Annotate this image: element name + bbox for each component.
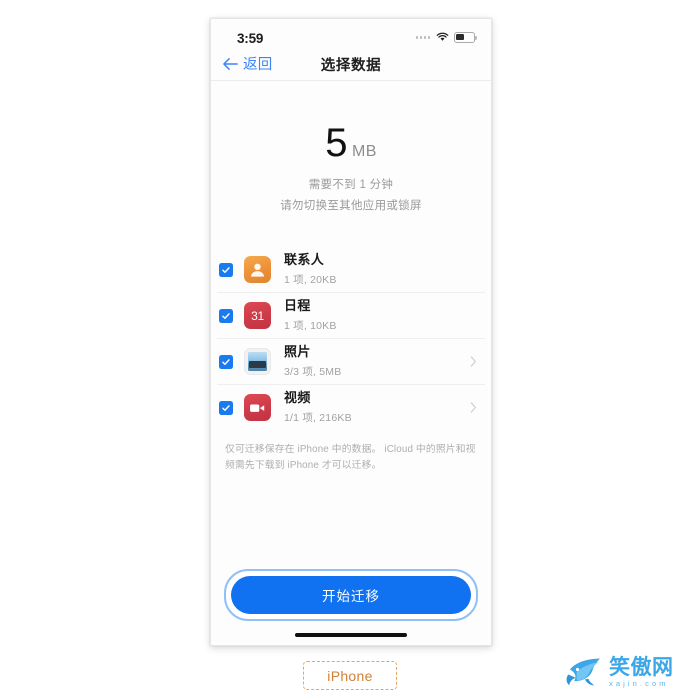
phone-frame: 3:59 返回 选择数据 5 MB 需要不到 1 分钟 请勿切换至其他应用或锁屏… bbox=[210, 18, 492, 646]
list-item-photos[interactable]: 照片 3/3 项, 5MB bbox=[217, 338, 485, 384]
list-item-title: 照片 bbox=[284, 344, 311, 360]
checkbox-photos[interactable] bbox=[219, 354, 233, 369]
list-item-contacts[interactable]: 联系人 1 项, 20KB bbox=[217, 247, 485, 292]
main-content: 5 MB 需要不到 1 分钟 请勿切换至其他应用或锁屏 联系人 1 项, 20K… bbox=[211, 81, 491, 645]
data-category-list: 联系人 1 项, 20KB 31 日程 1 项, 10KB 照片 3/3 项, … bbox=[211, 247, 491, 430]
list-item-text: 联系人 1 项, 20KB bbox=[284, 252, 485, 286]
watermark-text: 笑傲网 xajin.com bbox=[609, 654, 674, 688]
list-item-detail: 1 项, 10KB bbox=[284, 319, 337, 332]
checkmark-icon bbox=[222, 358, 230, 365]
photos-icon bbox=[244, 348, 271, 375]
phone-screen: 3:59 返回 选择数据 5 MB 需要不到 1 分钟 请勿切换至其他应用或锁屏… bbox=[211, 19, 491, 645]
footer-area: 开始迁移 bbox=[211, 569, 491, 645]
signal-dots-icon bbox=[415, 36, 430, 39]
calendar-icon: 31 bbox=[244, 302, 271, 329]
transfer-summary: 5 MB 需要不到 1 分钟 请勿切换至其他应用或锁屏 bbox=[211, 81, 491, 213]
home-indicator bbox=[295, 633, 407, 637]
list-item-text: 视频 1/1 项, 216KB bbox=[284, 390, 470, 424]
list-item-text: 照片 3/3 项, 5MB bbox=[284, 344, 470, 378]
chevron-right-icon[interactable] bbox=[470, 356, 477, 367]
calendar-day-number: 31 bbox=[251, 308, 264, 323]
total-size: 5 MB bbox=[211, 123, 491, 163]
page-title: 选择数据 bbox=[320, 58, 382, 74]
checkmark-icon bbox=[222, 312, 230, 319]
video-icon bbox=[244, 394, 271, 421]
watermark-name-en: xajin.com bbox=[609, 678, 669, 688]
list-item-detail: 1 项, 20KB bbox=[284, 273, 337, 286]
device-caption-label: iPhone bbox=[327, 667, 373, 684]
time-estimate: 需要不到 1 分钟 bbox=[308, 179, 394, 191]
total-size-unit: MB bbox=[351, 143, 377, 160]
footnote-text: 仅可迁移保存在 iPhone 中的数据。 iCloud 中的照片和视频需先下载到… bbox=[225, 444, 476, 471]
screenshot-root: 3:59 返回 选择数据 5 MB 需要不到 1 分钟 请勿切换至其他应用或锁屏… bbox=[0, 0, 700, 700]
total-size-value: 5 bbox=[325, 121, 347, 165]
status-indicators bbox=[415, 32, 478, 43]
list-item-videos[interactable]: 视频 1/1 项, 216KB bbox=[217, 384, 485, 430]
camcorder-glyph-icon bbox=[250, 403, 265, 412]
checkmark-icon bbox=[222, 404, 230, 411]
nav-bar: 返回 选择数据 bbox=[211, 49, 491, 81]
wifi-icon bbox=[436, 32, 449, 41]
list-item-title: 联系人 bbox=[284, 252, 325, 268]
primary-button-focus-ring: 开始迁移 bbox=[224, 569, 478, 621]
photo-thumbnail bbox=[248, 352, 267, 371]
status-bar: 3:59 bbox=[211, 19, 491, 49]
device-caption: iPhone bbox=[303, 661, 397, 690]
checkbox-calendar[interactable] bbox=[219, 308, 233, 323]
list-item-detail: 3/3 项, 5MB bbox=[284, 365, 342, 378]
checkbox-videos[interactable] bbox=[219, 400, 233, 415]
watermark: 笑傲网 xajin.com bbox=[565, 655, 674, 689]
chevron-right-icon[interactable] bbox=[470, 402, 477, 413]
list-item-title: 日程 bbox=[284, 298, 311, 314]
list-item-calendar[interactable]: 31 日程 1 项, 10KB bbox=[217, 292, 485, 338]
contacts-icon bbox=[244, 256, 271, 283]
shark-logo-icon bbox=[566, 658, 600, 686]
person-glyph-icon bbox=[251, 263, 264, 277]
list-item-title: 视频 bbox=[284, 390, 311, 406]
battery-icon bbox=[454, 32, 478, 43]
list-item-text: 日程 1 项, 10KB bbox=[284, 298, 485, 332]
status-time: 3:59 bbox=[237, 31, 264, 46]
warning-text: 请勿切换至其他应用或锁屏 bbox=[280, 200, 422, 212]
list-item-detail: 1/1 项, 216KB bbox=[284, 411, 352, 424]
watermark-name-cn: 笑傲网 bbox=[609, 654, 674, 679]
checkmark-icon bbox=[222, 266, 230, 273]
checkbox-contacts[interactable] bbox=[219, 262, 233, 277]
start-transfer-button[interactable]: 开始迁移 bbox=[231, 576, 471, 614]
